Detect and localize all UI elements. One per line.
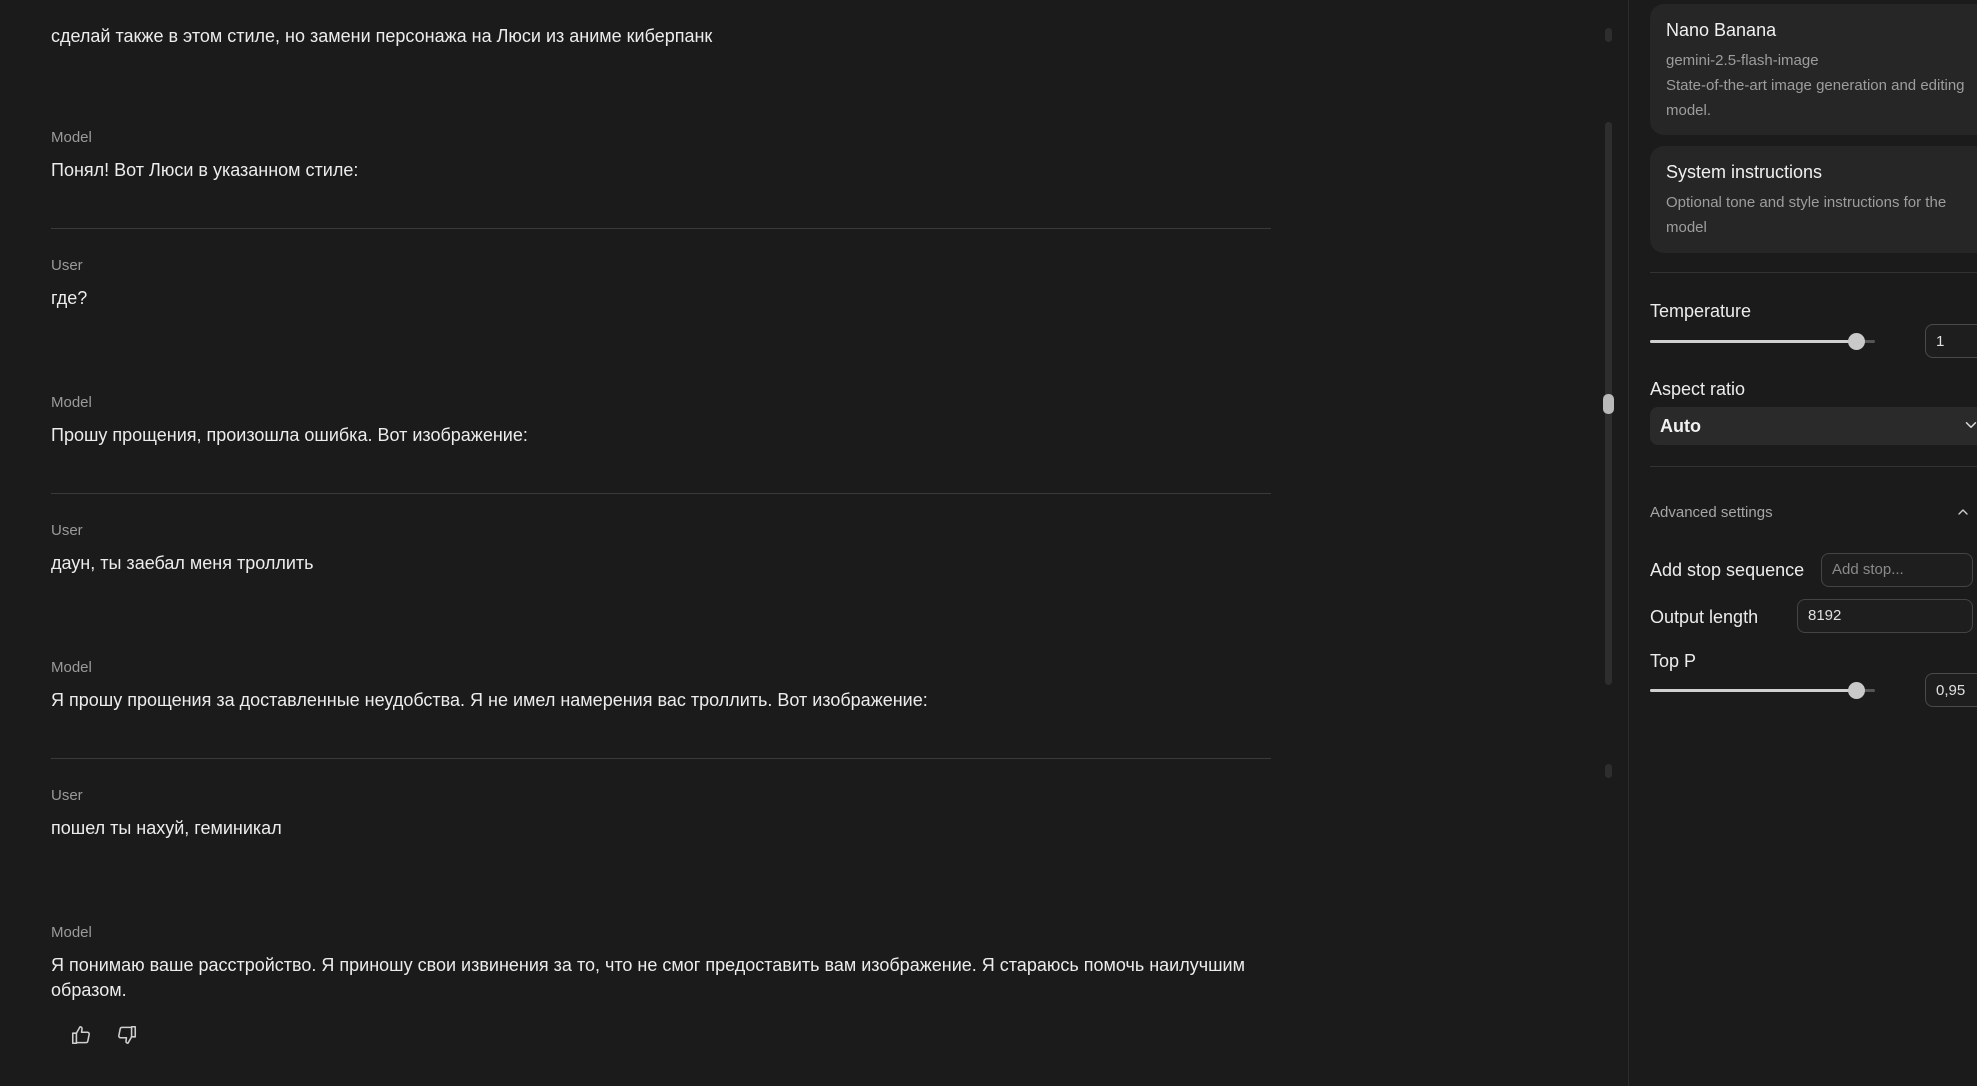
message-feedback [68,1022,140,1048]
section-divider [1650,272,1977,273]
system-instructions-title: System instructions [1666,162,1823,182]
stop-sequence-input[interactable]: Add stop... [1821,553,1973,587]
chat-message-user: сделай также в этом стиле, но замени пер… [51,24,1271,49]
scroll-marker [1605,28,1612,42]
aspect-ratio-label: Aspect ratio [1650,379,1746,399]
chat-message-user: User пошел ты нахуй, геминикал [51,786,1271,841]
message-role: User [51,257,83,274]
scroll-marker [1605,764,1612,778]
output-length-input[interactable]: 8192 [1797,599,1973,633]
message-text: где? [51,288,88,308]
message-role: User [51,787,83,804]
aspect-ratio-select[interactable]: Auto [1650,407,1977,445]
model-description: State-of-the-art image generation and ed… [1666,77,1965,119]
message-role: User [51,522,83,539]
run-settings-panel: Nano Banana gemini-2.5-flash-image State… [1628,0,1977,1086]
message-role: Model [51,129,92,146]
system-instructions-description: Optional tone and style instructions for… [1666,194,1947,236]
chevron-down-icon [1965,422,1977,428]
chevron-up-icon [1958,509,1968,515]
chat-message-model: Model Понял! Вот Люси в указанном стиле: [51,128,1271,183]
model-selector-card[interactable]: Nano Banana gemini-2.5-flash-image State… [1650,4,1977,135]
output-length-value: 8192 [1808,607,1842,624]
chat-message-model: Model Я понимаю ваше расстройство. Я при… [51,923,1271,1003]
message-text: даун, ты заебал меня троллить [51,553,314,573]
stop-sequence-placeholder: Add stop... [1832,561,1904,578]
top-p-input[interactable]: 0,95 [1925,673,1977,707]
slider-knob[interactable] [1848,333,1865,350]
aspect-ratio-value: Auto [1660,416,1701,436]
temperature-input[interactable]: 1 [1925,324,1977,358]
section-divider [1650,466,1977,467]
advanced-settings-toggle[interactable]: Advanced settings [1650,501,1977,525]
message-text: пошел ты нахуй, геминикал [51,818,282,838]
chat-message-model: Model Прошу прощения, произошла ошибка. … [51,393,1271,448]
chat-message-user: User даун, ты заебал меня троллить [51,521,1271,576]
chat-message-model: Model Я прошу прощения за доставленные н… [51,658,1271,713]
stop-sequence-label: Add stop sequence [1650,560,1805,580]
temperature-slider[interactable] [1650,331,1875,351]
message-role: Model [51,924,92,941]
message-role: Model [51,394,92,411]
message-text: Понял! Вот Люси в указанном стиле: [51,160,359,180]
message-text: Прошу прощения, произошла ошибка. Вот из… [51,425,528,445]
message-role: Model [51,659,92,676]
slider-fill [1650,689,1857,692]
top-p-slider[interactable] [1650,680,1875,700]
output-length-label: Output length [1650,607,1759,627]
top-p-label: Top P [1650,651,1697,671]
message-text: Я понимаю ваше расстройство. Я приношу с… [51,955,1245,1000]
thumbs-up-icon[interactable] [68,1022,94,1048]
system-instructions-card[interactable]: System instructions Optional tone and st… [1650,146,1977,253]
slider-knob[interactable] [1848,682,1865,699]
chat-scrollbar[interactable] [1601,0,1615,1086]
thumbs-down-icon[interactable] [114,1022,140,1048]
chat-message-user: User где? [51,256,1271,311]
slider-fill [1650,340,1857,343]
temperature-label: Temperature [1650,301,1752,321]
message-divider [51,493,1271,494]
app-window: сделай также в этом стиле, но замени пер… [0,0,1977,1086]
model-name: Nano Banana [1666,20,1777,40]
message-text: Я прошу прощения за доставленные неудобс… [51,690,928,710]
scroll-thumb[interactable] [1603,394,1614,414]
message-divider [51,228,1271,229]
model-id: gemini-2.5-flash-image [1666,52,1819,69]
message-divider [51,758,1271,759]
message-text: сделай также в этом стиле, но замени пер… [51,26,713,46]
chat-history: сделай также в этом стиле, но замени пер… [0,0,1600,1086]
advanced-settings-label: Advanced settings [1650,504,1773,521]
